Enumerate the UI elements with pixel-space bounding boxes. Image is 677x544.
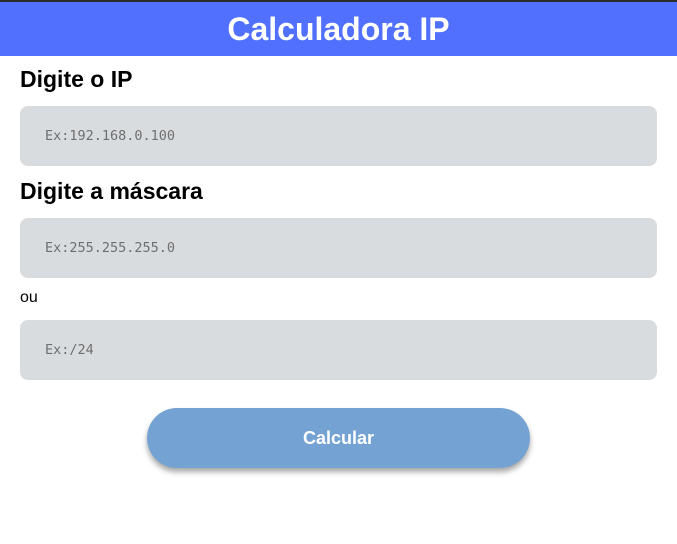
page-title: Calculadora IP	[227, 11, 450, 47]
ip-label: Digite o IP	[20, 66, 133, 92]
ip-input[interactable]	[20, 106, 657, 166]
or-label: ou	[20, 289, 38, 306]
cidr-input[interactable]	[20, 320, 657, 380]
mask-label: Digite a máscara	[20, 178, 203, 204]
app-header: Calculadora IP	[0, 0, 677, 56]
mask-input[interactable]	[20, 218, 657, 278]
calculate-button[interactable]: Calcular	[147, 408, 530, 468]
